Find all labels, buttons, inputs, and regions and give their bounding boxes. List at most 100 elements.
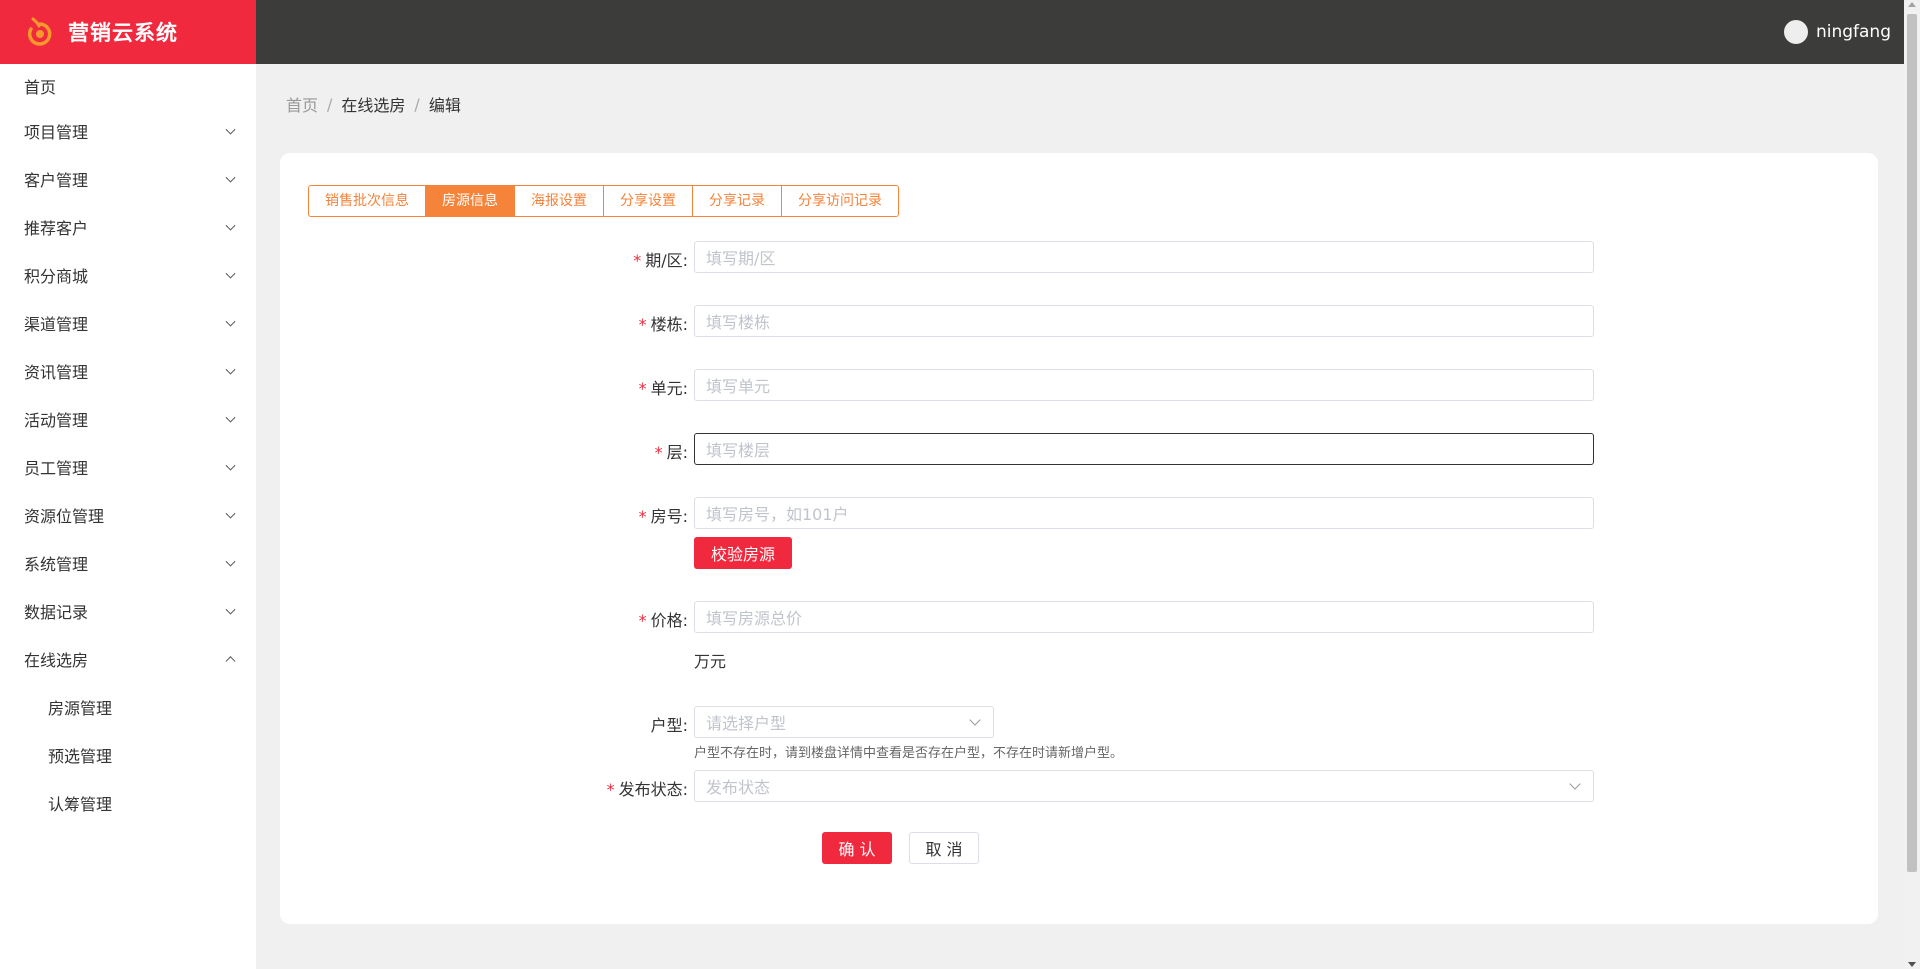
sidebar-item-label: 推荐客户 — [24, 219, 89, 238]
sidebar-item-staff[interactable]: 员工管理 — [0, 443, 256, 491]
app-title: 营销云系统 — [68, 21, 178, 45]
chevron-down-icon — [225, 556, 236, 567]
required-mark: * — [638, 379, 647, 398]
sidebar-item-referral[interactable]: 推荐客户 — [0, 203, 256, 251]
chevron-down-icon — [225, 508, 236, 519]
sidebar-item-resource-slot[interactable]: 资源位管理 — [0, 491, 256, 539]
avatar[interactable] — [1783, 20, 1808, 44]
sidebar-subitem-listing[interactable]: 房源管理 — [0, 683, 256, 731]
sidebar-item-label: 项目管理 — [24, 123, 89, 142]
sidebar-item-data-records[interactable]: 数据记录 — [0, 587, 256, 635]
sidebar-item-label: 积分商城 — [24, 267, 89, 286]
label-text: 房号: — [650, 507, 688, 526]
edit-card: 销售批次信息 房源信息 海报设置 分享设置 分享记录 分享访问记录 * 期/区: … — [280, 153, 1878, 924]
sidebar-item-label: 客户管理 — [24, 171, 89, 190]
scroll-up-icon[interactable] — [1908, 2, 1916, 7]
scrollbar-thumb[interactable] — [1907, 14, 1917, 872]
sidebar-item-label: 系统管理 — [24, 555, 89, 574]
chevron-down-icon — [225, 316, 236, 327]
top-header: ningfang — [256, 0, 1904, 64]
logo-icon — [27, 17, 52, 46]
placeholder-text: 填写期/区 — [706, 249, 776, 268]
sidebar-item-label: 房源管理 — [48, 699, 113, 718]
required-mark: * — [654, 443, 663, 462]
floor-input[interactable]: 填写楼层 — [694, 433, 1594, 465]
sidebar-item-customer[interactable]: 客户管理 — [0, 155, 256, 203]
sidebar-subitem-preselection[interactable]: 预选管理 — [0, 731, 256, 779]
field-label: * 房号: — [639, 503, 688, 527]
sidebar-item-label: 渠道管理 — [24, 315, 89, 334]
layout-hint: 户型不存在时，请到楼盘详情中查看是否存在户型，不存在时请新增户型。 — [694, 746, 1124, 761]
required-mark: * — [633, 251, 642, 270]
label-text: 期/区: — [645, 251, 688, 270]
placeholder-text: 请选择户型 — [706, 714, 787, 733]
vertical-scrollbar[interactable] — [1904, 0, 1920, 969]
placeholder-text: 填写楼栋 — [706, 313, 771, 332]
scroll-down-icon[interactable] — [1908, 962, 1916, 967]
chevron-down-icon — [225, 364, 236, 375]
required-mark: * — [638, 315, 647, 334]
breadcrumb-separator: / — [327, 94, 333, 114]
label-text: 单元: — [650, 379, 688, 398]
field-label: * 期/区: — [633, 247, 688, 271]
sidebar-item-home[interactable]: 首页 — [0, 64, 256, 107]
sidebar-item-channel[interactable]: 渠道管理 — [0, 299, 256, 347]
publish-status-select[interactable]: 发布状态 — [694, 770, 1594, 802]
field-label: * 层: — [655, 439, 688, 463]
breadcrumb-home[interactable]: 首页 — [286, 92, 318, 116]
required-mark: * — [606, 780, 615, 799]
tab-share-settings[interactable]: 分享设置 — [604, 186, 693, 216]
tab-bar: 销售批次信息 房源信息 海报设置 分享设置 分享记录 分享访问记录 — [308, 185, 899, 217]
sidebar-item-label: 预选管理 — [48, 747, 113, 766]
label-text: 价格: — [650, 611, 688, 630]
period-input[interactable]: 填写期/区 — [694, 241, 1594, 273]
placeholder-text: 填写房源总价 — [706, 609, 803, 628]
placeholder-text: 发布状态 — [706, 778, 771, 797]
breadcrumb-separator: / — [414, 94, 420, 114]
cancel-button[interactable]: 取 消 — [909, 832, 979, 864]
price-input[interactable]: 填写房源总价 — [694, 601, 1594, 633]
field-label: * 价格: — [639, 607, 688, 631]
app-logo[interactable]: 营销云系统 — [0, 0, 256, 64]
sidebar-item-points-mall[interactable]: 积分商城 — [0, 251, 256, 299]
field-label: * 单元: — [639, 375, 688, 399]
tab-sales-batch[interactable]: 销售批次信息 — [309, 186, 426, 216]
placeholder-text: 填写楼层 — [706, 441, 771, 460]
tab-share-visits[interactable]: 分享访问记录 — [782, 186, 898, 216]
confirm-button[interactable]: 确 认 — [822, 832, 892, 864]
chevron-down-icon — [225, 124, 236, 135]
building-input[interactable]: 填写楼栋 — [694, 305, 1594, 337]
layout-select[interactable]: 请选择户型 — [694, 706, 994, 738]
sidebar: 首页 项目管理 客户管理 推荐客户 积分商城 渠道管理 资讯管理 活动管理 员工… — [0, 64, 256, 969]
tab-poster[interactable]: 海报设置 — [515, 186, 604, 216]
chevron-up-icon — [225, 656, 236, 667]
sidebar-item-label: 数据记录 — [24, 603, 89, 622]
tab-share-records[interactable]: 分享记录 — [693, 186, 782, 216]
sidebar-item-label: 认筹管理 — [48, 795, 113, 814]
field-label: * 楼栋: — [639, 311, 688, 335]
breadcrumb-section[interactable]: 在线选房 — [341, 92, 405, 116]
sidebar-item-system[interactable]: 系统管理 — [0, 539, 256, 587]
sidebar-item-online-selection[interactable]: 在线选房 — [0, 635, 256, 683]
label-text: 层: — [666, 443, 688, 462]
sidebar-item-label: 活动管理 — [24, 411, 89, 430]
room-input[interactable]: 填写房号，如101户 — [694, 497, 1594, 529]
chevron-down-icon — [225, 460, 236, 471]
required-mark: * — [638, 611, 647, 630]
placeholder-text: 填写单元 — [706, 377, 771, 396]
sidebar-item-activity[interactable]: 活动管理 — [0, 395, 256, 443]
username[interactable]: ningfang — [1816, 22, 1891, 42]
tab-listing-info[interactable]: 房源信息 — [426, 186, 515, 216]
label-text: 楼栋: — [650, 315, 688, 334]
sidebar-item-news[interactable]: 资讯管理 — [0, 347, 256, 395]
unit-input[interactable]: 填写单元 — [694, 369, 1594, 401]
chevron-down-icon — [225, 604, 236, 615]
placeholder-text: 填写房号，如101户 — [706, 505, 849, 524]
sidebar-item-project[interactable]: 项目管理 — [0, 107, 256, 155]
chevron-down-icon — [225, 268, 236, 279]
sidebar-item-label: 员工管理 — [24, 459, 89, 478]
breadcrumb: 首页 / 在线选房 / 编辑 — [286, 92, 461, 116]
field-label: 户型: — [651, 712, 688, 736]
sidebar-subitem-subscription[interactable]: 认筹管理 — [0, 779, 256, 827]
verify-listing-button[interactable]: 校验房源 — [694, 537, 792, 569]
